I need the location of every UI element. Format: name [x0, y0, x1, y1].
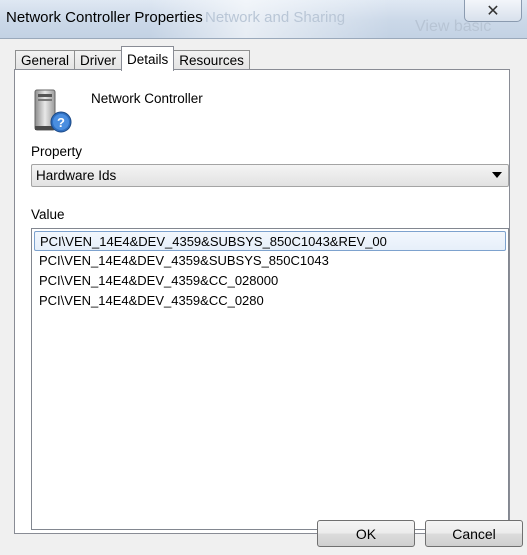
close-icon: ✕ — [486, 2, 500, 20]
tab-strip: General Driver Details Resources — [15, 46, 250, 71]
list-item[interactable]: PCI\VEN_14E4&DEV_4359&SUBSYS_850C1043&RE… — [34, 231, 506, 251]
tab-driver[interactable]: Driver — [74, 50, 123, 70]
background-window-text: Network and Sharing — [205, 9, 346, 26]
ok-button[interactable]: OK — [317, 520, 415, 547]
device-name: Network Controller — [91, 91, 203, 106]
list-item[interactable]: PCI\VEN_14E4&DEV_4359&SUBSYS_850C1043 — [34, 251, 506, 271]
unknown-device-icon: ? — [34, 89, 72, 133]
property-dropdown[interactable]: Hardware Ids — [31, 164, 509, 187]
close-button[interactable]: ✕ — [464, 0, 522, 22]
title-bar: Network and Sharing View basic Network C… — [0, 0, 527, 38]
cancel-button[interactable]: Cancel — [425, 520, 523, 547]
value-listbox[interactable]: PCI\VEN_14E4&DEV_4359&SUBSYS_850C1043&RE… — [31, 228, 509, 530]
window-title: Network Controller Properties — [6, 9, 203, 26]
svg-text:?: ? — [57, 115, 65, 130]
property-selected-value: Hardware Ids — [36, 168, 117, 183]
details-panel: ? Network Controller Property Hardware I… — [14, 69, 510, 534]
property-label: Property — [31, 144, 83, 159]
tab-details[interactable]: Details — [121, 46, 175, 71]
chevron-down-icon — [492, 172, 502, 178]
list-item[interactable]: PCI\VEN_14E4&DEV_4359&CC_0280 — [34, 291, 506, 311]
dialog-body: General Driver Details Resources ? Netwo… — [0, 38, 527, 555]
list-item[interactable]: PCI\VEN_14E4&DEV_4359&CC_028000 — [34, 271, 506, 291]
tab-general[interactable]: General — [15, 50, 76, 70]
value-label: Value — [31, 207, 65, 222]
tab-resources[interactable]: Resources — [173, 50, 250, 70]
